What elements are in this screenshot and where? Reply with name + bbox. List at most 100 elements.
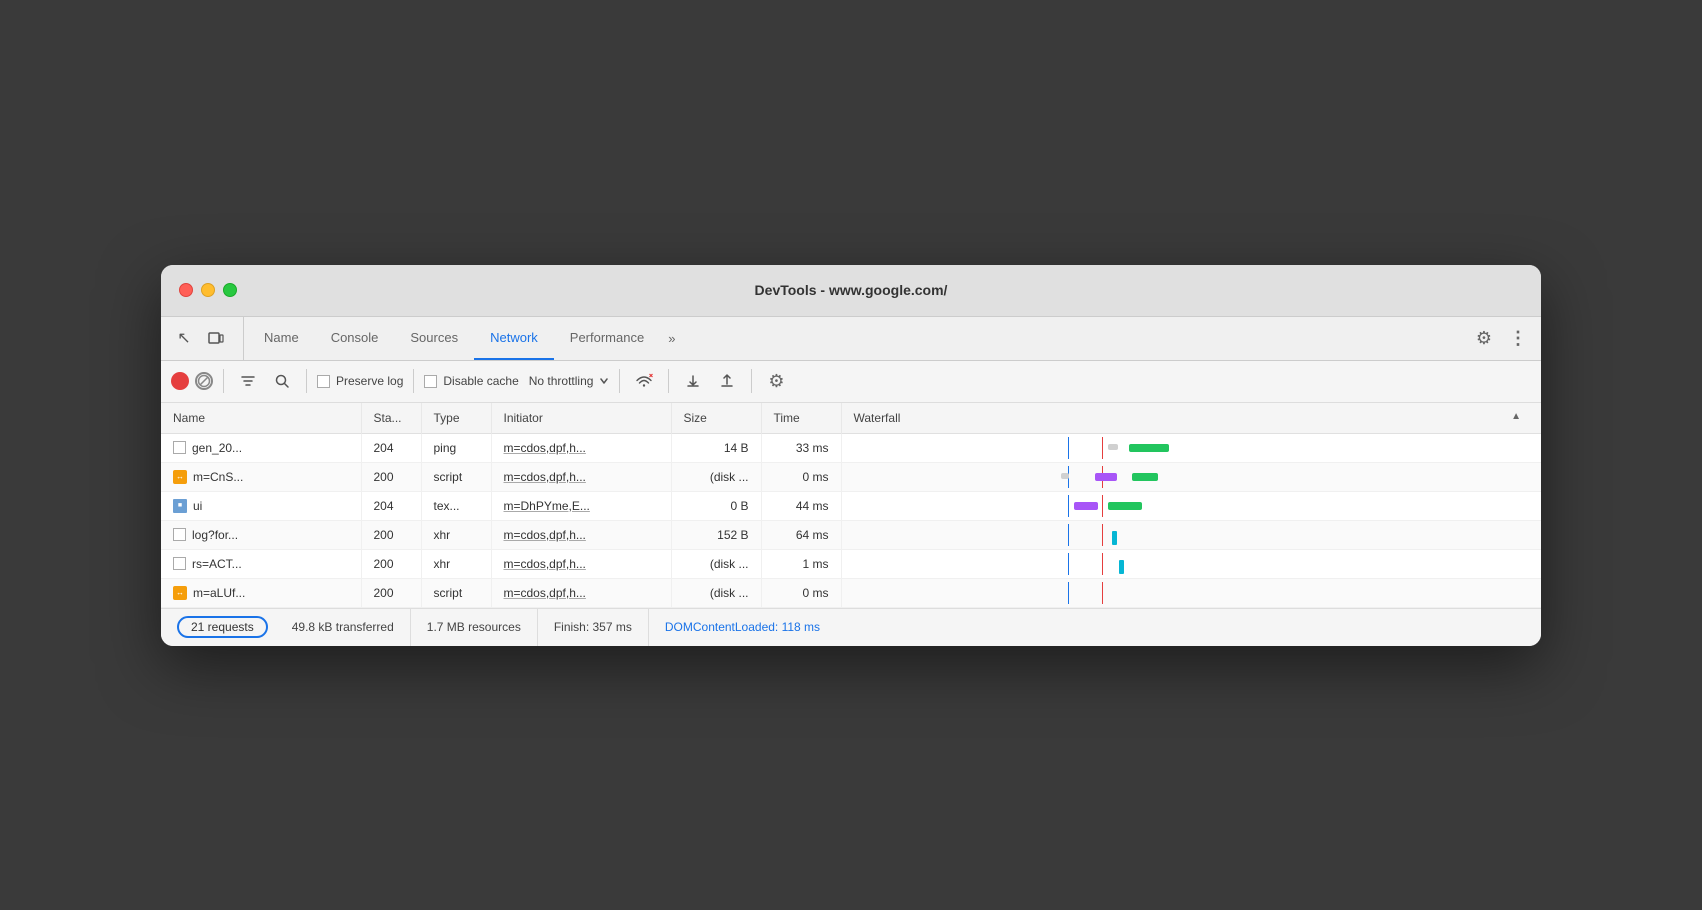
doc-icon: ■ xyxy=(173,499,187,513)
table-row[interactable]: log?for... 200 xhr m=cdos,dpf,h... 152 B… xyxy=(161,520,1541,549)
search-icon[interactable] xyxy=(268,367,296,395)
disable-cache-checkbox-box xyxy=(424,375,437,388)
tab-network[interactable]: Network xyxy=(474,317,554,360)
cell-initiator[interactable]: m=DhPYme,E... xyxy=(491,491,671,520)
col-size[interactable]: Size xyxy=(671,403,761,434)
more-tabs-button[interactable]: » xyxy=(660,317,683,360)
disable-cache-checkbox[interactable]: Disable cache xyxy=(424,374,518,388)
cell-size: (disk ... xyxy=(671,578,761,607)
tabs-right-actions: ⚙ ⋮ xyxy=(1469,317,1533,360)
cell-time: 0 ms xyxy=(761,578,841,607)
script-icon: ↔ xyxy=(173,470,187,484)
title-bar: DevTools - www.google.com/ xyxy=(161,265,1541,317)
cell-name: log?for... xyxy=(161,520,361,549)
inspect-icon[interactable]: ↖ xyxy=(169,323,199,353)
cell-initiator[interactable]: m=cdos,dpf,h... xyxy=(491,549,671,578)
preserve-log-checkbox[interactable]: Preserve log xyxy=(317,374,403,388)
tab-sources[interactable]: Sources xyxy=(394,317,474,360)
cell-waterfall xyxy=(841,549,1541,578)
clear-button[interactable] xyxy=(195,372,213,390)
table-body: gen_20... 204 ping m=cdos,dpf,h... 14 B … xyxy=(161,433,1541,607)
table-row[interactable]: ■ ui 204 tex... m=DhPYme,E... 0 B 44 ms xyxy=(161,491,1541,520)
transferred-size: 49.8 kB transferred xyxy=(276,609,411,646)
cell-status: 200 xyxy=(361,520,421,549)
tab-console[interactable]: Console xyxy=(315,317,395,360)
filter-icon[interactable] xyxy=(234,367,262,395)
table-row[interactable]: ↔ m=aLUf... 200 script m=cdos,dpf,h... (… xyxy=(161,578,1541,607)
resources-size: 1.7 MB resources xyxy=(411,609,538,646)
tab-performance[interactable]: Performance xyxy=(554,317,660,360)
cell-time: 44 ms xyxy=(761,491,841,520)
cell-name: gen_20... xyxy=(161,433,361,462)
record-button[interactable] xyxy=(171,372,189,390)
requests-count: 21 requests xyxy=(177,616,268,638)
divider-3 xyxy=(413,369,414,393)
table-row[interactable]: ↔ m=CnS... 200 script m=cdos,dpf,h... (d… xyxy=(161,462,1541,491)
cell-initiator[interactable]: m=cdos,dpf,h... xyxy=(491,520,671,549)
cell-name: ■ ui xyxy=(161,491,361,520)
row-checkbox[interactable] xyxy=(173,528,186,541)
sort-arrow: ▲ xyxy=(1511,411,1521,422)
row-checkbox[interactable] xyxy=(173,557,186,570)
tab-elements[interactable]: Name xyxy=(248,317,315,360)
cell-type: ping xyxy=(421,433,491,462)
col-time[interactable]: Time xyxy=(761,403,841,434)
table-row[interactable]: rs=ACT... 200 xhr m=cdos,dpf,h... (disk … xyxy=(161,549,1541,578)
cell-type: script xyxy=(421,462,491,491)
cell-time: 1 ms xyxy=(761,549,841,578)
export-har-icon[interactable] xyxy=(713,367,741,395)
import-har-icon[interactable] xyxy=(679,367,707,395)
network-table-container: Name Sta... Type Initiator Size xyxy=(161,403,1541,608)
script-icon: ↔ xyxy=(173,586,187,600)
cell-name: rs=ACT... xyxy=(161,549,361,578)
cell-status: 200 xyxy=(361,578,421,607)
network-toolbar: Preserve log Disable cache No throttling xyxy=(161,361,1541,403)
cell-initiator[interactable]: m=cdos,dpf,h... xyxy=(491,433,671,462)
divider-6 xyxy=(751,369,752,393)
table-header-row: Name Sta... Type Initiator Size xyxy=(161,403,1541,434)
cell-size: (disk ... xyxy=(671,462,761,491)
divider-1 xyxy=(223,369,224,393)
cell-type: xhr xyxy=(421,549,491,578)
cell-time: 64 ms xyxy=(761,520,841,549)
tabs-bar: ↖ Name Console Sources Network Performan… xyxy=(161,317,1541,361)
cell-size: 14 B xyxy=(671,433,761,462)
cell-initiator[interactable]: m=cdos,dpf,h... xyxy=(491,578,671,607)
network-settings-icon[interactable]: ⚙ xyxy=(762,367,790,395)
divider-5 xyxy=(668,369,669,393)
cell-name: ↔ m=aLUf... xyxy=(161,578,361,607)
minimize-button[interactable] xyxy=(201,283,215,297)
settings-icon[interactable]: ⚙ xyxy=(1469,323,1499,353)
divider-2 xyxy=(306,369,307,393)
cell-waterfall xyxy=(841,578,1541,607)
cell-status: 200 xyxy=(361,462,421,491)
more-options-icon[interactable]: ⋮ xyxy=(1503,323,1533,353)
devtools-window: DevTools - www.google.com/ ↖ Name Consol… xyxy=(161,265,1541,646)
cell-status: 204 xyxy=(361,491,421,520)
col-name[interactable]: Name xyxy=(161,403,361,434)
network-table: Name Sta... Type Initiator Size xyxy=(161,403,1541,608)
cell-time: 33 ms xyxy=(761,433,841,462)
window-title: DevTools - www.google.com/ xyxy=(755,282,948,298)
throttle-selector[interactable]: No throttling xyxy=(529,374,610,388)
preserve-log-checkbox-box xyxy=(317,375,330,388)
cell-status: 200 xyxy=(361,549,421,578)
close-button[interactable] xyxy=(179,283,193,297)
col-initiator[interactable]: Initiator xyxy=(491,403,671,434)
cell-time: 0 ms xyxy=(761,462,841,491)
col-waterfall[interactable]: Waterfall ▲ xyxy=(841,403,1541,434)
maximize-button[interactable] xyxy=(223,283,237,297)
cell-type: script xyxy=(421,578,491,607)
cell-status: 204 xyxy=(361,433,421,462)
wifi-icon xyxy=(630,367,658,395)
col-status[interactable]: Sta... xyxy=(361,403,421,434)
cell-initiator[interactable]: m=cdos,dpf,h... xyxy=(491,462,671,491)
cell-size: 152 B xyxy=(671,520,761,549)
row-checkbox[interactable] xyxy=(173,441,186,454)
device-toolbar-icon[interactable] xyxy=(201,323,231,353)
cell-type: xhr xyxy=(421,520,491,549)
cell-name: ↔ m=CnS... xyxy=(161,462,361,491)
dom-content-loaded: DOMContentLoaded: 118 ms xyxy=(649,620,836,634)
col-type[interactable]: Type xyxy=(421,403,491,434)
table-row[interactable]: gen_20... 204 ping m=cdos,dpf,h... 14 B … xyxy=(161,433,1541,462)
